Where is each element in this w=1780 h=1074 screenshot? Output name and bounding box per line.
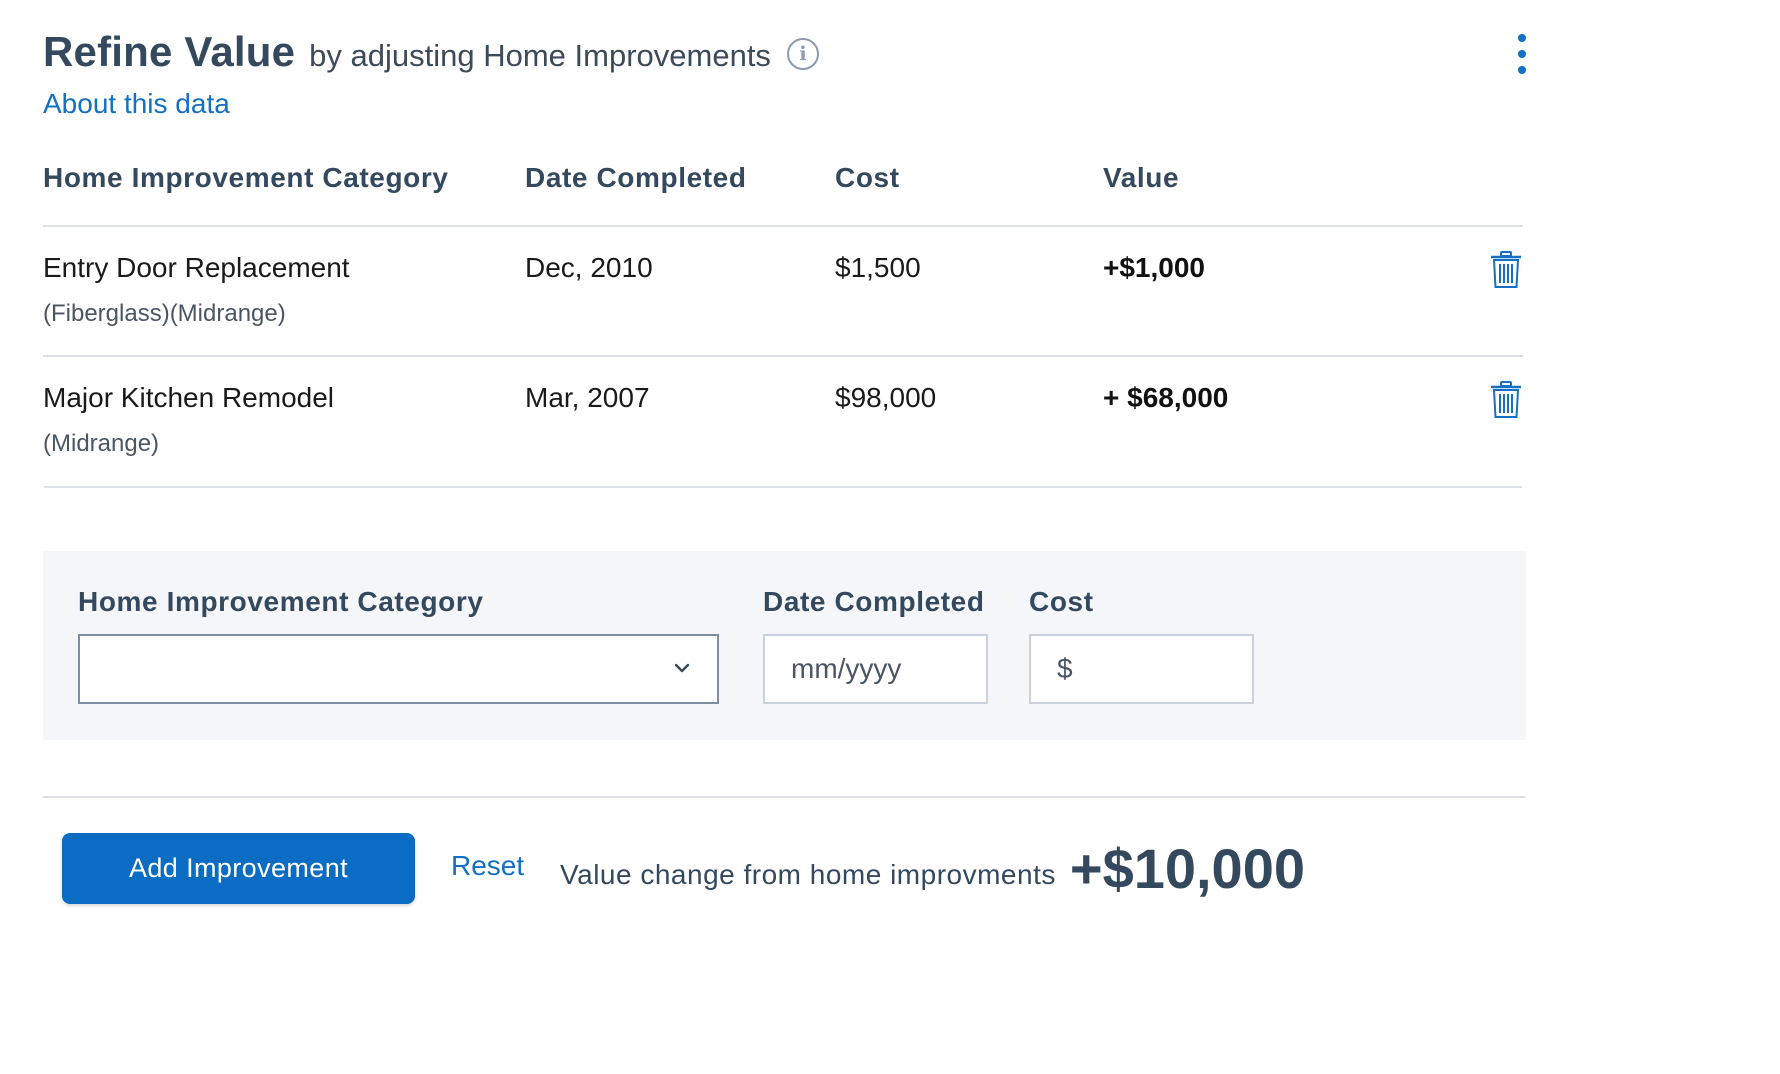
cost-prefix: $	[1057, 653, 1073, 684]
footer-divider	[43, 796, 1525, 798]
row-category: Major Kitchen Remodel	[43, 382, 335, 413]
cost-field-label: Cost	[1029, 586, 1094, 617]
info-icon[interactable]: i	[786, 38, 819, 70]
kebab-dot	[1518, 50, 1526, 58]
row-category: Entry Door Replacement	[43, 252, 350, 283]
cost-field[interactable]: $	[1029, 634, 1254, 704]
trash-icon[interactable]	[1490, 251, 1522, 289]
table-divider	[43, 225, 1523, 227]
chevron-down-icon	[674, 663, 690, 673]
row-value: + $68,000	[1103, 382, 1229, 413]
kebab-dot	[1518, 66, 1526, 74]
value-change-summary: Value change from home improvments +$10,…	[560, 836, 1305, 901]
category-field-label: Home Improvement Category	[78, 586, 484, 617]
add-improvement-button[interactable]: Add Improvement	[62, 833, 415, 904]
trash-icon[interactable]	[1490, 381, 1522, 419]
about-this-data-link[interactable]: About this data	[43, 88, 230, 120]
row-date: Dec, 2010	[525, 252, 653, 283]
reset-link[interactable]: Reset	[451, 850, 524, 882]
row-cost: $1,500	[835, 252, 921, 283]
cost-input[interactable]	[1080, 652, 1235, 686]
kebab-menu-icon[interactable]	[1512, 34, 1532, 74]
page-subtitle: by adjusting Home Improvements	[309, 38, 771, 73]
row-category-detail: (Midrange)	[43, 430, 160, 457]
row-value: +$1,000	[1103, 252, 1205, 283]
column-header-date: Date Completed	[525, 162, 747, 193]
table-divider	[43, 355, 1523, 357]
kebab-dot	[1518, 34, 1526, 42]
column-header-value: Value	[1103, 162, 1180, 193]
row-category-detail: (Fiberglass)(Midrange)	[43, 300, 286, 327]
column-header-cost: Cost	[835, 162, 900, 193]
date-field-label: Date Completed	[763, 586, 985, 617]
table-divider	[44, 486, 1522, 488]
title-row: Refine Value by adjusting Home Improveme…	[43, 28, 819, 76]
refine-value-card: Refine Value by adjusting Home Improveme…	[0, 0, 1560, 940]
column-header-category: Home Improvement Category	[43, 162, 449, 193]
value-change-amount: +$10,000	[1069, 837, 1305, 900]
page-title: Refine Value	[43, 28, 296, 75]
row-cost: $98,000	[835, 382, 937, 413]
value-change-label: Value change from home improvments	[560, 859, 1056, 890]
date-completed-input[interactable]	[763, 634, 988, 704]
row-date: Mar, 2007	[525, 382, 650, 413]
category-select[interactable]	[78, 634, 719, 704]
